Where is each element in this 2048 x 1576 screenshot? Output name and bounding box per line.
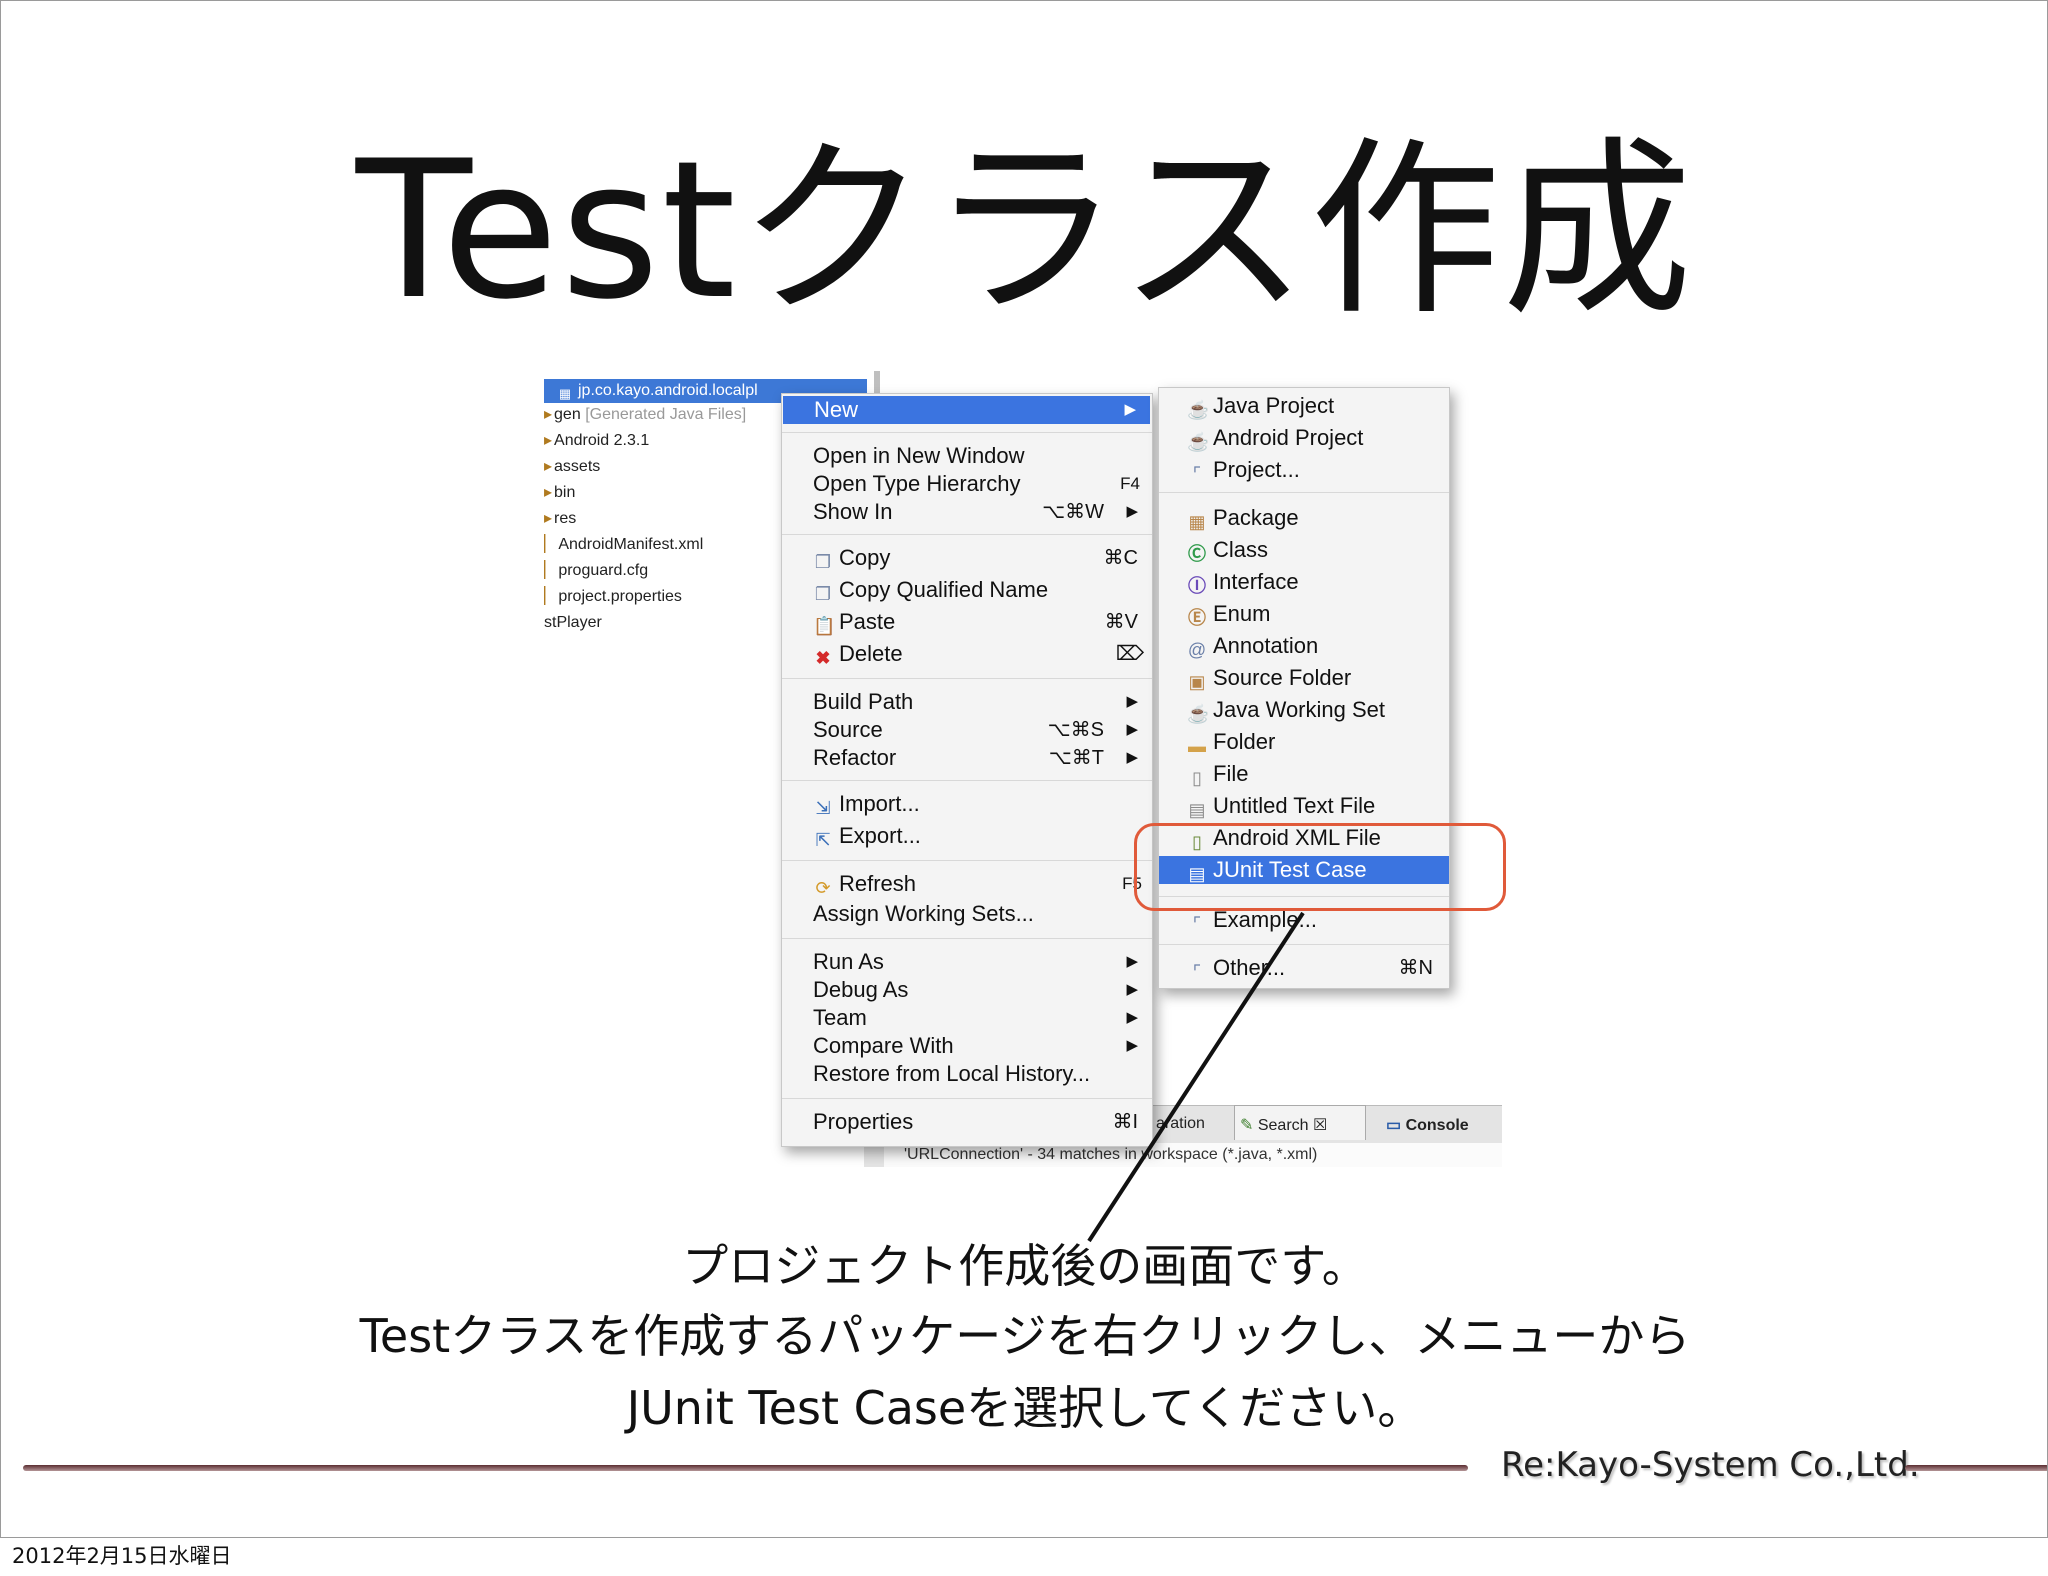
footer-rule-left: [23, 1465, 1468, 1471]
slide: Testクラス作成 ▦ jp.co.kayo.android.localpl ▸ g…: [0, 0, 2048, 1538]
company-name: Re:Kayo-System Co.,Ltd.: [1501, 1445, 1920, 1485]
footer-rule-right: [1905, 1465, 2047, 1471]
caption-line-2: Testクラスを作成するパッケージを右クリックし、メニューから: [359, 1309, 1691, 1363]
caption-line-3: JUnit Test Caseを選択してください。: [626, 1381, 1424, 1435]
pointer-line: [1087, 911, 1305, 1243]
slide-date: 2012年2月15日水曜日: [12, 1544, 232, 1568]
caption-line-1: プロジェクト作成後の画面です。: [682, 1239, 1368, 1293]
